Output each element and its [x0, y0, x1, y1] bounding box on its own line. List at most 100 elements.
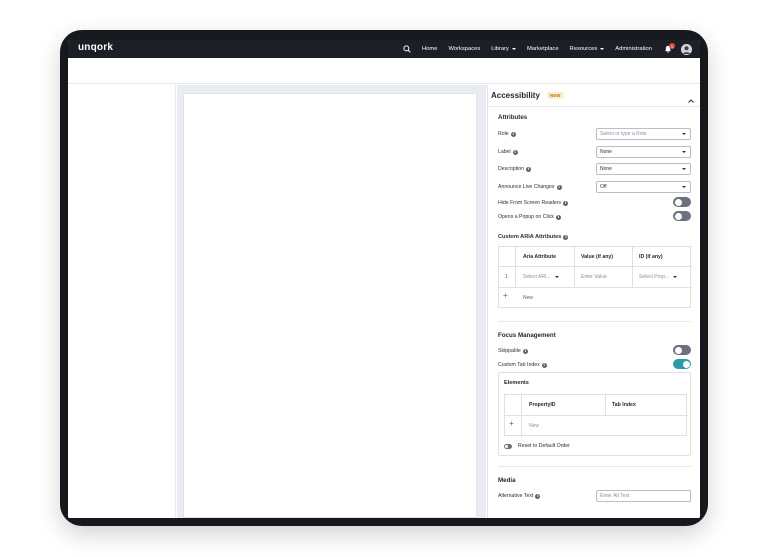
table-divider: [521, 395, 522, 437]
component-sidebar: [68, 85, 176, 518]
nav-workspaces[interactable]: Workspaces: [448, 46, 480, 52]
top-navigation-bar: unqork Home Workspaces Library Marketpla…: [68, 40, 700, 58]
toggle-knob: [674, 212, 682, 220]
alt-text-label-text: Alternative Text: [498, 493, 534, 499]
chevron-up-icon[interactable]: [687, 92, 695, 103]
chevron-down-icon: [511, 48, 516, 50]
table-divider: [505, 415, 688, 416]
nav-administration[interactable]: Administration: [615, 46, 652, 52]
announce-select-value: Off: [600, 184, 607, 190]
custom-aria-title-text: Custom ARIA Attributes: [498, 234, 562, 240]
focus-management-title: Focus Management: [498, 332, 556, 339]
label-label: Label i: [498, 149, 518, 155]
notification-count-badge: 1: [669, 43, 675, 49]
column-header-id: ID (if any): [639, 254, 663, 260]
skippable-toggle[interactable]: [673, 345, 691, 355]
popup-toggle[interactable]: [673, 211, 691, 221]
chevron-down-icon: [682, 151, 686, 153]
accessibility-panel: Accessibility NEW Attributes Role i Selec…: [487, 85, 700, 518]
add-row-plus-icon[interactable]: +: [509, 419, 514, 428]
announce-select[interactable]: Off: [596, 181, 691, 193]
hide-readers-label-text: Hide From Screen Readers: [498, 200, 562, 206]
custom-aria-title: Custom ARIA Attributes i: [498, 234, 569, 240]
reset-order-toggle[interactable]: [504, 444, 512, 449]
description-label: Description i: [498, 166, 531, 172]
info-icon[interactable]: i: [522, 348, 528, 354]
builder-canvas[interactable]: [183, 93, 477, 518]
main-nav: Home Workspaces Library Marketplace Reso…: [402, 40, 700, 58]
label-select[interactable]: None: [596, 146, 691, 158]
section-divider: [498, 466, 691, 467]
announce-label-text: Announce Live Changes: [498, 184, 555, 190]
device-frame: unqork Home Workspaces Library Marketpla…: [60, 30, 708, 526]
role-label-text: Role: [498, 131, 509, 137]
toggle-knob: [682, 360, 690, 368]
description-label-text: Description: [498, 166, 524, 172]
skippable-label: Skippable i: [498, 348, 528, 354]
info-icon[interactable]: i: [535, 493, 541, 499]
info-icon[interactable]: i: [555, 214, 561, 220]
toggle-knob: [504, 444, 508, 448]
hide-readers-toggle[interactable]: [673, 197, 691, 207]
aria-attribute-select[interactable]: Select ARI...: [523, 274, 559, 280]
toggle-knob: [674, 198, 682, 206]
panel-title: Accessibility: [491, 91, 540, 100]
aria-value-input[interactable]: Enter Value: [581, 274, 607, 280]
nav-marketplace[interactable]: Marketplace: [527, 46, 559, 52]
info-icon[interactable]: i: [541, 362, 547, 368]
alt-text-input[interactable]: Enter Alt Text: [596, 490, 691, 502]
nav-library-label: Library: [491, 46, 509, 52]
add-element-row-button[interactable]: New: [529, 423, 539, 429]
custom-aria-table: Aria Attribute Value (if any) ID (if any…: [498, 246, 692, 308]
user-avatar[interactable]: [681, 43, 692, 55]
nav-resources[interactable]: Resources: [570, 46, 605, 52]
custom-tab-index-toggle[interactable]: [673, 359, 691, 369]
info-icon[interactable]: i: [563, 200, 569, 206]
app-logo[interactable]: unqork: [78, 42, 113, 53]
description-select[interactable]: None: [596, 163, 691, 175]
info-icon[interactable]: i: [512, 149, 518, 155]
info-icon[interactable]: i: [525, 166, 531, 172]
hide-readers-label: Hide From Screen Readers i: [498, 200, 569, 206]
screen: unqork Home Workspaces Library Marketpla…: [68, 40, 700, 518]
nav-library[interactable]: Library: [491, 46, 516, 52]
custom-tab-index-label-text: Custom Tab Index: [498, 362, 540, 368]
add-aria-row-button[interactable]: New: [523, 295, 533, 301]
label-label-text: Label: [498, 149, 511, 155]
notification-bell-icon[interactable]: 1: [663, 43, 675, 54]
popup-label-text: Opens a Popup on Click: [498, 214, 554, 220]
table-divider: [632, 247, 633, 287]
table-divider: [605, 395, 606, 415]
section-divider: [498, 321, 691, 322]
table-divider: [574, 247, 575, 287]
table-divider: [499, 287, 692, 288]
row-index: 1: [505, 274, 508, 280]
add-row-plus-icon[interactable]: +: [503, 291, 508, 300]
info-icon[interactable]: i: [510, 131, 516, 137]
description-select-value: None: [600, 166, 612, 172]
chevron-down-icon: [682, 168, 686, 170]
column-header-property-id: PropertyID: [529, 402, 556, 408]
popup-label: Opens a Popup on Click i: [498, 214, 561, 220]
search-icon[interactable]: [402, 44, 412, 54]
chevron-down-icon: [554, 276, 559, 278]
elements-box: Elements PropertyID Tab Index + New Rese…: [498, 372, 691, 456]
column-header-tab-index: Tab Index: [612, 402, 636, 408]
skippable-label-text: Skippable: [498, 348, 521, 354]
aria-id-select[interactable]: Select Prop...: [639, 274, 678, 280]
new-badge: NEW: [547, 92, 564, 100]
column-header-aria-attribute: Aria Attribute: [523, 254, 556, 260]
chevron-down-icon: [673, 276, 678, 278]
info-icon[interactable]: i: [563, 234, 569, 240]
media-title: Media: [498, 477, 516, 484]
announce-label: Announce Live Changes i: [498, 184, 562, 190]
info-icon[interactable]: i: [556, 184, 562, 190]
table-divider: [499, 266, 692, 267]
elements-title: Elements: [504, 380, 529, 386]
nav-home[interactable]: Home: [422, 46, 437, 52]
label-select-value: None: [600, 149, 612, 155]
role-select[interactable]: Select or type a Role: [596, 128, 691, 140]
reset-order-label: Reset to Default Order: [518, 443, 570, 449]
panel-header[interactable]: Accessibility NEW: [488, 85, 700, 107]
custom-tab-index-label: Custom Tab Index i: [498, 362, 547, 368]
